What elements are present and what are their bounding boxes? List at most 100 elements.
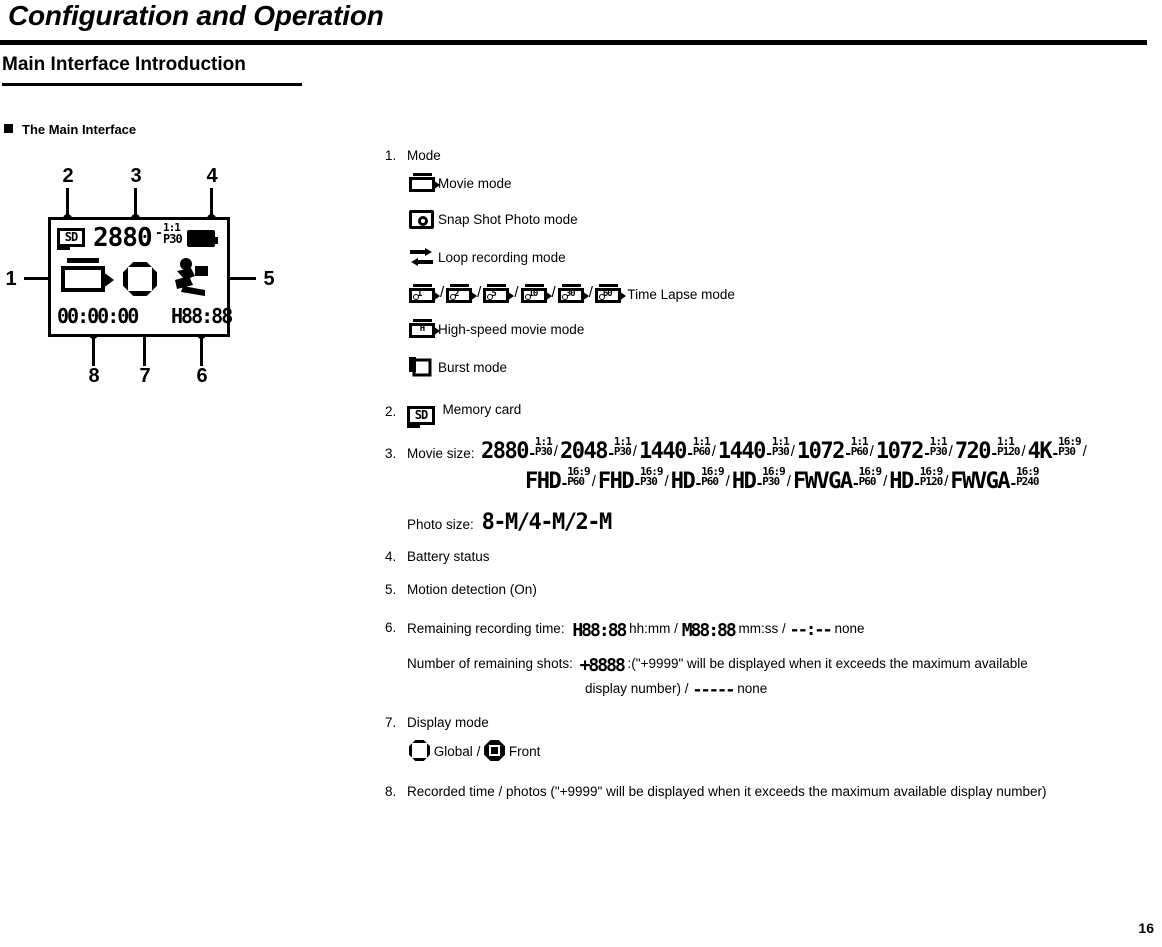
movie-size-entry: 1440- 1:1 P30 <box>718 436 790 464</box>
legend-8-number: 8. <box>385 784 397 799</box>
sep: / <box>476 744 481 759</box>
photo-size-label: Photo size: <box>407 517 474 532</box>
movie-size-fps: P60 <box>692 445 711 458</box>
legend-6-label: Remaining recording time: <box>407 621 565 636</box>
chapter-title: Configuration and Operation <box>8 0 384 31</box>
movie-size-fps: P30 <box>640 475 658 488</box>
hhmm-icon: H88:88 <box>572 620 627 641</box>
legend-2-label: Memory card <box>442 402 522 417</box>
shots-none-text: none <box>737 681 768 696</box>
movie-size-fps: P30 <box>771 445 790 458</box>
mode-burst-label: Burst mode <box>438 360 508 375</box>
global-label: Global <box>433 744 473 759</box>
movie-size-ratio-fps: 16:9 P60 <box>701 466 724 488</box>
movie-size-separator: / <box>664 473 669 490</box>
callout-3: 3 <box>130 165 142 187</box>
shots-label: Number of remaining shots: <box>407 656 573 671</box>
movie-size-entry: 4K- 16:9 P30 <box>1028 436 1082 464</box>
mode-loop-row: Loop recording mode <box>409 248 566 267</box>
legend-5-number: 5. <box>385 582 397 597</box>
movie-size-resolution: 1440 <box>717 439 766 464</box>
movie-size-dash: - <box>990 446 998 462</box>
movie-size-dash: - <box>606 446 615 462</box>
legend-4-label: Battery status <box>407 549 490 564</box>
movie-size-ratio-fps: 1:1 P30 <box>535 436 553 457</box>
movie-size-fps: P120 <box>919 475 943 488</box>
movie-size-resolution: FWVGA <box>950 469 1010 494</box>
movie-size-ratio-fps: 16:9 P120 <box>919 466 943 488</box>
legend-5-label: Motion detection (On) <box>407 582 537 597</box>
legend-1-label: Mode <box>407 148 441 163</box>
legend-3-photo-row: Photo size: 8-M/4-M/2-M <box>407 510 612 535</box>
movie-size-fps: P30 <box>762 475 780 488</box>
mode-highspeed-row: H High-speed movie mode <box>409 319 584 338</box>
movie-size-dash: - <box>851 476 860 492</box>
movie-size-resolution: FHD <box>597 469 635 494</box>
time-lapse-icon-2: 2 <box>446 284 478 303</box>
legend-7-row: Global / Front <box>409 740 540 761</box>
movie-size-dash: - <box>694 476 702 492</box>
movie-size-ratio-fps: 16:9 P30 <box>640 466 663 488</box>
legend-7-label: Display mode <box>407 715 489 730</box>
legend-6-row: Remaining recording time: H88:88 hh:mm /… <box>407 620 865 641</box>
movie-size-dash: - <box>912 476 921 492</box>
lcd-resolution-dash: - <box>155 226 163 241</box>
legend-8-label: Recorded time / photos ("+9999" will be … <box>407 784 1047 799</box>
movie-size-separator: / <box>1082 443 1087 460</box>
movie-size-separator: / <box>725 473 730 490</box>
section-title: Main Interface Introduction <box>2 54 246 75</box>
section-underline <box>2 83 302 86</box>
movie-size-separator: / <box>711 443 716 460</box>
movie-size-separator: / <box>553 443 558 460</box>
movie-size-resolution: 2048 <box>559 439 608 464</box>
movie-size-resolution: HD <box>731 469 757 494</box>
sep: / <box>782 621 786 636</box>
movie-size-resolution: HD <box>670 469 696 494</box>
movie-size-separator: / <box>1021 443 1026 460</box>
legend-1-number: 1. <box>385 148 397 163</box>
manual-page: Configuration and Operation Main Interfa… <box>0 0 1162 947</box>
movie-size-dash: - <box>633 476 641 492</box>
shots-note2: display number) / <box>585 681 689 696</box>
movie-size-ratio-fps: 1:1 P30 <box>771 436 790 458</box>
callout-5: 5 <box>263 268 275 290</box>
callout-8: 8 <box>88 365 100 387</box>
movie-size-ratio-fps: 16:9 P60 <box>567 466 590 488</box>
movie-size-entry: FWVGA- 16:9 P60 <box>793 466 882 494</box>
legend-4-number: 4. <box>385 549 397 564</box>
mode-loop-label: Loop recording mode <box>438 250 566 265</box>
legend-3-number: 3. <box>385 446 397 461</box>
display-front-icon <box>484 740 506 761</box>
front-label: Front <box>508 744 541 759</box>
movie-size-fps: P120 <box>997 445 1020 458</box>
movie-size-resolution: 2880 <box>481 439 529 464</box>
legend-3-label: Movie size: <box>407 446 475 461</box>
movie-size-entry: 720- 1:1 P120 <box>955 436 1021 464</box>
lcd-frame-rate: P30 <box>163 232 183 246</box>
shots-icon: +8888 <box>579 655 626 676</box>
subsection-heading: The Main Interface <box>4 122 136 137</box>
page-number: 16 <box>1138 920 1154 936</box>
burst-icon <box>409 357 434 378</box>
lcd-movie-mode-icon <box>61 258 114 292</box>
movie-size-ratio-fps: 1:1 P120 <box>997 436 1020 458</box>
mode-timelapse-label: Time Lapse mode <box>627 287 735 302</box>
lcd-screen: SD 2880 - 1:1 P30 00:00:00 H88:88 <box>48 217 233 337</box>
lcd-battery-icon <box>187 230 218 247</box>
callout-7: 7 <box>139 365 151 387</box>
movie-size-dash: - <box>560 476 568 492</box>
movie-size-dash: - <box>1009 476 1017 492</box>
hhmm-text: hh:mm <box>629 621 671 636</box>
square-bullet-icon <box>4 124 13 133</box>
movie-size-dash: - <box>843 446 852 462</box>
chapter-divider <box>0 40 1147 45</box>
movie-size-resolution: HD <box>889 469 914 494</box>
movie-size-fps: P60 <box>701 475 719 488</box>
lcd-display-mode-icon <box>123 262 157 296</box>
movie-size-fps: P60 <box>567 475 585 488</box>
movie-size-ratio-fps: 16:9 P30 <box>1058 436 1081 457</box>
time-lapse-icon-30: 30 <box>557 284 589 303</box>
movie-size-fps: P240 <box>1016 475 1039 488</box>
movie-size-separator: / <box>786 473 791 490</box>
legend-2-number: 2. <box>385 404 397 419</box>
